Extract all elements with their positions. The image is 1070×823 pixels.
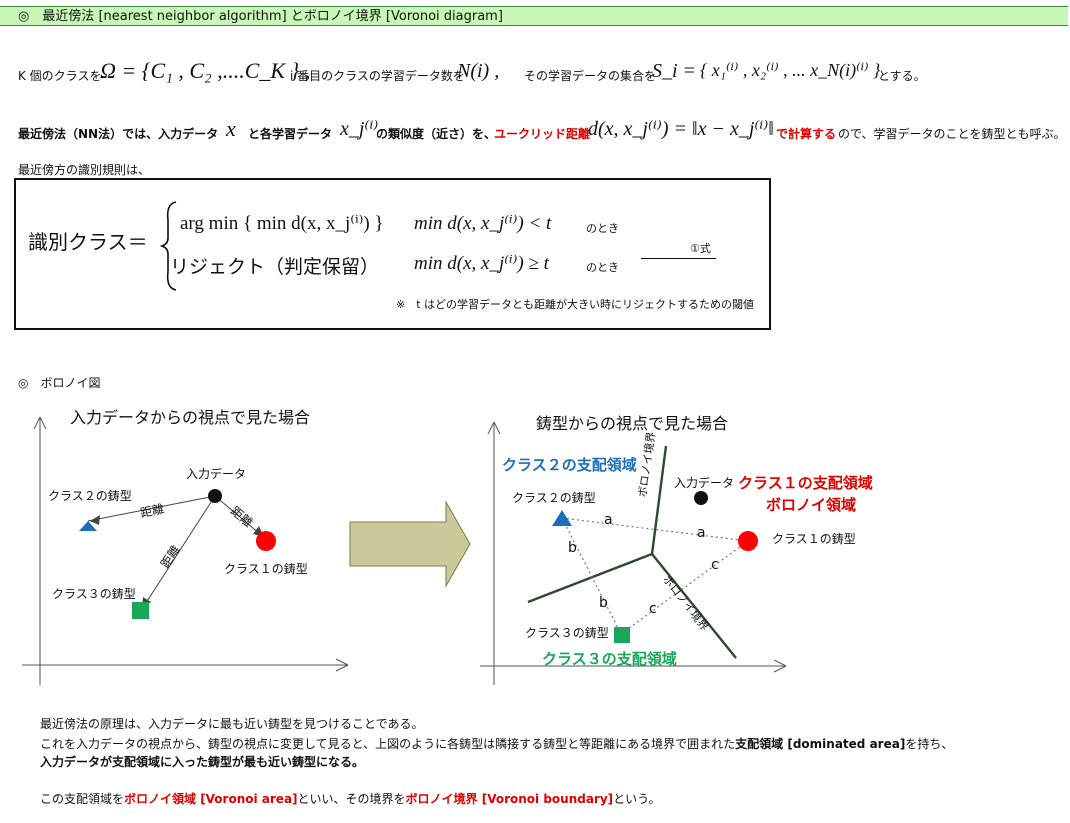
left-class1-label: クラス１の鋳型 [224,562,308,576]
right-class1-label: クラス１の鋳型 [772,532,856,546]
text-rule-intro: 最近傍方の識別規則は、 [18,163,151,177]
right-voronoi-region-label: ボロノイ領域 [766,496,857,514]
bottom-p1: 最近傍法の原理は、入力データに最も近い鋳型を見つけることである。 [40,717,424,731]
rule-case2: リジェクト（判定保留） [170,256,380,278]
right-dist-a1: a [604,512,613,528]
right-dist-c1: c [649,601,657,617]
right-region3-label: クラス３の支配領域 [542,650,677,668]
math-xj: x_j⁽ⁱ⁾ [340,118,379,140]
left-class3-marker [132,602,149,619]
right-class1-marker [738,531,758,551]
rule-when2: のとき [586,261,619,274]
transition-arrow-icon [349,500,471,588]
text-ith-class: i 番目のクラスの学習データ数を [290,69,465,83]
text-similarity: の類似度（近さ）を、 [376,127,497,141]
left-class1-marker [256,531,276,551]
text-calc: で計算する [776,127,837,141]
right-region2-label: クラス２の支配領域 [502,456,637,474]
right-class2-label: クラス２の鋳型 [512,491,596,505]
text-euclid: ユークリッド距離 [494,127,591,141]
equation-label: ①式 [690,242,711,255]
text-nn-intro: 最近傍法（NN法）では、入力データ [18,127,219,141]
right-dist-b1: b [568,540,577,556]
math-distance: d(x, x_j⁽ⁱ⁾) = ‖x − x_j⁽ⁱ⁾‖ [588,118,774,140]
left-class3-label: クラス３の鋳型 [52,587,136,601]
text-set: その学習データの集合を [524,69,657,83]
rule-cond2: min d(x, x_j⁽ⁱ⁾) ≥ t [414,253,549,274]
rule-note: ※ t はどの学習データとも距離が大きい時にリジェクトするための閾値 [396,298,755,311]
right-dist-a2: a [697,525,706,541]
left-fig-title: 入力データからの視点で見た場合 [70,408,311,427]
rule-when1: のとき [586,222,619,235]
text-suru: とする。 [878,69,926,83]
math-set: { x₁⁽ⁱ⁾ , x₂⁽ⁱ⁾ , ... x_N(i)⁽ⁱ⁾ } [700,60,881,80]
right-input-point [694,491,708,505]
voronoi-heading: ◎ ボロノイ図 [18,376,101,390]
math-Ni: N(i) , [457,60,500,82]
section-header: ◎ 最近傍法 [nearest neighbor algorithm] とボロノ… [0,6,1068,26]
right-fig-title: 鋳型からの視点で見た場合 [536,414,729,433]
right-class2-marker [552,510,572,526]
voronoi-edge-left [527,552,653,604]
bottom-p2: これを入力データの視点から、鋳型の視点に変更して見ると、上図のように各鋳型は隣接… [40,737,954,751]
text-k-classes: K 個のクラスを [18,69,102,83]
math-x: x [226,116,236,141]
bottom-p4: この支配領域をボロノイ領域 [Voronoi area]といい、その境界をボロノ… [40,792,661,806]
left-input-point [208,489,222,503]
text-each-data: と各学習データ [248,127,333,141]
right-class3-marker [614,627,630,643]
left-input-label: 入力データ [186,467,247,481]
rule-case1: arg min { min d(x, x_j⁽ⁱ⁾) } [180,213,384,234]
math-Si: S_i = [652,60,697,82]
right-input-label: 入力データ [674,476,735,490]
right-figure [480,421,787,685]
text-template: ので、学習データのことを鋳型とも呼ぶ。 [838,127,1066,141]
rule-lhs: 識別クラス＝ [28,230,148,254]
equation-leader-line [641,258,716,259]
math-omega: Ω = {C₁ , C₂ ,....C_K } , [100,58,311,83]
right-class3-label: クラス３の鋳型 [525,626,609,640]
left-class2-label: クラス２の鋳型 [48,489,132,503]
right-dist-b2: b [599,595,608,611]
rule-cond1: min d(x, x_j⁽ⁱ⁾) < t [414,213,552,234]
right-region1-label: クラス１の支配領域 [738,474,873,492]
bottom-p3: 入力データが支配領域に入った鋳型が最も近い鋳型になる。 [40,755,365,769]
right-dist-c2: c [711,557,719,573]
